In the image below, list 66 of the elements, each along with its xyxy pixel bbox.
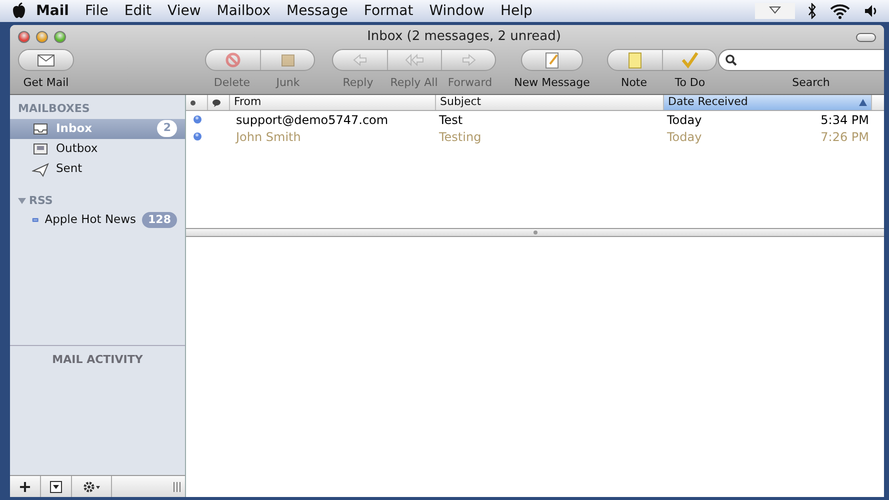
column-header[interactable]: Date Received (664, 95, 872, 110)
column-header[interactable]: From (230, 95, 436, 110)
menu-item[interactable]: Window (421, 0, 492, 22)
count-badge: 2 (157, 120, 177, 137)
sort-arrow-icon (859, 99, 867, 106)
folder-name: Outbox (56, 140, 98, 157)
close-button[interactable] (18, 31, 30, 43)
menu-item[interactable]: Mail (28, 0, 77, 22)
split-handle[interactable] (186, 229, 884, 237)
folder-name: Sent (56, 160, 82, 177)
time-cell-text: 7:26 PM (820, 128, 870, 146)
button-label: Delete (212, 75, 252, 91)
folder-name: Apple Hot News (44, 211, 136, 228)
menu-item[interactable]: Help (492, 0, 540, 22)
speech-bubble-icon (212, 98, 221, 106)
zoom-button[interactable] (54, 31, 66, 43)
sender-cell-text: support@demo5747.com (235, 112, 390, 128)
count-badge: 128 (142, 212, 177, 228)
search-label: Search (791, 75, 831, 91)
sidebar-row[interactable]: Outbox (10, 138, 185, 158)
section-header: MAILBOXES (18, 101, 90, 117)
button-label: Reply (342, 75, 374, 91)
speaker-icon (863, 3, 879, 19)
button-label: Junk (274, 75, 301, 91)
bluetooth-icon (807, 3, 817, 19)
menu-item[interactable]: Message (278, 0, 356, 22)
button-group[interactable] (205, 49, 315, 71)
window-title: Inbox (2 messages, 2 unread) (366, 28, 562, 46)
menu-item[interactable]: View (160, 0, 209, 22)
minimize-button[interactable] (36, 31, 48, 43)
sidebar-row[interactable]: Apple Hot News 128 (10, 210, 185, 230)
button-label: Note (620, 75, 648, 91)
date-cell-text: Today (667, 128, 702, 146)
search-icon (725, 54, 737, 66)
time-cell-text: 5:34 PM (820, 112, 870, 128)
subject-cell-text: Testing (438, 128, 482, 146)
dot-icon (190, 100, 196, 106)
tray-icon (32, 140, 50, 156)
paper-plane-icon (32, 160, 50, 176)
gear-icon (82, 480, 100, 492)
menu-item[interactable]: Mailbox (208, 0, 279, 22)
search-field[interactable] (718, 49, 884, 71)
menu-item[interactable]: Format (356, 0, 422, 22)
section-header: RSS (29, 192, 53, 208)
button-label: New Message (513, 75, 591, 91)
dropdown-menu-icon (755, 3, 795, 19)
plus-icon (20, 482, 30, 492)
sidebar-row[interactable]: Sent (10, 158, 185, 178)
folder-name: Inbox (56, 120, 92, 137)
button-label: Forward (446, 75, 494, 91)
double-left-arrow-icon (404, 51, 426, 69)
resize-handle-icon (173, 482, 181, 492)
menu-item[interactable]: Edit (116, 0, 160, 22)
toolbar-toggle-button[interactable] (856, 32, 876, 42)
button-label: Reply All (389, 75, 439, 91)
button-label: To Do (674, 75, 706, 91)
wifi-icon (829, 3, 851, 19)
button-label: Get Mail (23, 75, 69, 91)
sender-cell-text: John Smith (234, 128, 302, 146)
triangle-box-icon (50, 480, 62, 492)
tray-icon (32, 120, 50, 136)
date-cell-text: Today (667, 112, 702, 128)
section-header: MAIL ACTIVITY (52, 353, 143, 366)
subject-cell-text: Test (438, 112, 464, 128)
apple-icon (10, 2, 28, 20)
menu-item[interactable]: File (76, 0, 116, 22)
